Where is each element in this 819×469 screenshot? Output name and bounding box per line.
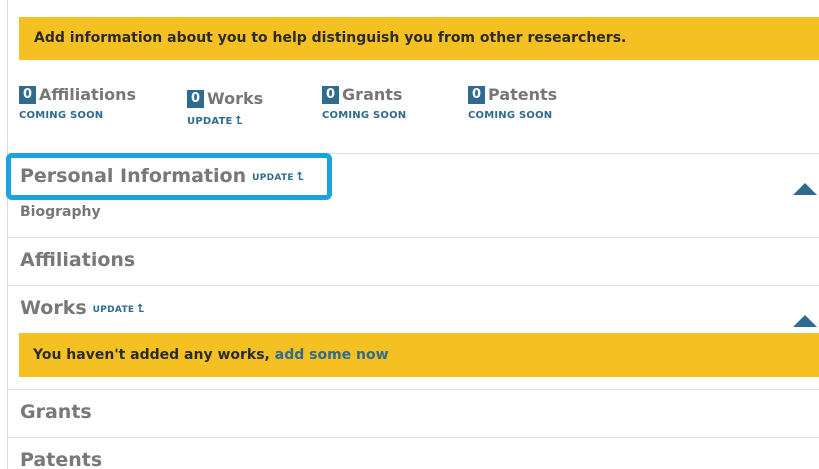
count-grants: 0 Grants COMING SOON: [322, 84, 406, 121]
count-works: 0 Works UPDATE ⮤: [187, 88, 263, 128]
info-banner: Add information about you to help distin…: [19, 17, 819, 60]
section-title: Personal Information: [20, 165, 247, 187]
count-label: Works: [207, 89, 264, 108]
personal-update-link[interactable]: UPDATE ⮤: [252, 169, 304, 183]
divider: [8, 437, 819, 438]
coming-soon-label: COMING SOON: [322, 110, 407, 121]
count-patents: 0 Patents COMING SOON: [468, 84, 557, 121]
profile-page: Add information about you to help distin…: [0, 0, 819, 469]
count-label: Patents: [488, 85, 558, 104]
works-notice: You haven't added any works, add some no…: [19, 333, 819, 377]
collapse-works-caret-up-icon[interactable]: [793, 315, 817, 327]
count-label: Grants: [342, 85, 403, 104]
update-label: UPDATE: [92, 304, 135, 315]
count-badge: 0: [322, 85, 340, 104]
divider: [8, 153, 819, 154]
section-grants[interactable]: Grants: [20, 401, 92, 423]
count-label: Affiliations: [39, 85, 137, 104]
divider: [8, 237, 819, 238]
collapse-personal-caret-up-icon[interactable]: [793, 183, 817, 195]
info-banner-text: Add information about you to help distin…: [34, 30, 627, 46]
biography-label: Biography: [20, 204, 101, 220]
section-personal-information[interactable]: Personal Information UPDATE ⮤: [20, 165, 304, 187]
count-badge: 0: [187, 89, 205, 108]
section-affiliations[interactable]: Affiliations: [20, 249, 135, 271]
count-affiliations: 0 Affiliations COMING SOON: [19, 84, 136, 121]
add-works-link[interactable]: add some now: [275, 347, 389, 363]
coming-soon-label: COMING SOON: [19, 110, 104, 121]
update-label: UPDATE: [252, 172, 294, 183]
upload-arrow-icon: ⮤: [137, 301, 145, 315]
coming-soon-label: COMING SOON: [468, 110, 553, 121]
upload-arrow-icon: ⮤: [235, 114, 243, 127]
upload-arrow-icon: ⮤: [296, 169, 304, 183]
section-patents[interactable]: Patents: [20, 449, 102, 469]
section-works[interactable]: Works UPDATE ⮤: [20, 297, 144, 319]
left-border: [7, 0, 8, 469]
works-notice-text: You haven't added any works,: [33, 347, 270, 363]
works-section-update-link[interactable]: UPDATE ⮤: [92, 301, 145, 315]
divider: [8, 285, 819, 286]
update-label: UPDATE: [187, 116, 233, 127]
count-badge: 0: [19, 85, 37, 104]
divider: [8, 389, 819, 390]
works-update-link[interactable]: UPDATE ⮤: [187, 114, 263, 128]
section-title: Works: [20, 297, 87, 319]
count-badge: 0: [468, 85, 486, 104]
